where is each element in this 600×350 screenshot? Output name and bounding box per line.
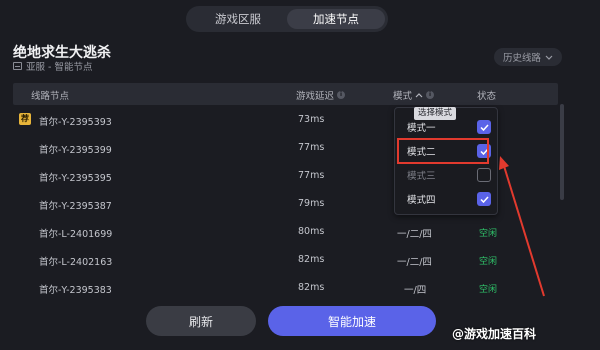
status-badge: 空闲: [479, 285, 498, 295]
node-name: 首尔-Y-2395393: [39, 117, 112, 128]
tab-accel-node[interactable]: 加速节点: [287, 9, 385, 29]
col-status: 状态: [477, 91, 497, 102]
check-icon: [479, 123, 489, 131]
latency: 77ms: [298, 170, 325, 181]
recommended-badge: 荐: [19, 113, 31, 125]
region-label: 亚服 - 智能节点: [26, 62, 93, 73]
node-name: 首尔-Y-2395399: [39, 145, 112, 156]
table-row[interactable]: 首尔-L-2402163 82ms 一/二/四 空闲: [13, 245, 558, 273]
node-name: 首尔-Y-2395387: [39, 201, 112, 212]
latency: 82ms: [298, 254, 325, 265]
table-row[interactable]: 首尔-L-2401699 80ms 一/二/四 空闲: [13, 217, 558, 245]
latency: 77ms: [298, 142, 325, 153]
history-label: 历史线路: [502, 53, 541, 64]
col-mode[interactable]: 模式 i: [393, 88, 435, 102]
node-name: 首尔-Y-2395383: [39, 285, 112, 296]
checkbox[interactable]: [477, 120, 491, 134]
checkbox[interactable]: [477, 192, 491, 206]
mode-option-1[interactable]: 模式一: [407, 119, 491, 135]
mode: 一/二/四: [397, 257, 432, 268]
col-node: 线路节点: [31, 91, 70, 102]
node-name: 首尔-Y-2395395: [39, 173, 112, 184]
mode: 一/二/四: [397, 229, 432, 240]
latency: 73ms: [298, 114, 325, 125]
table-header: 线路节点 游戏延迟 i 模式 i 状态: [13, 83, 558, 105]
latency: 79ms: [298, 198, 325, 209]
table-row[interactable]: 首尔-Y-2395383 82ms 一/四 空闲: [13, 273, 558, 301]
tab-game-server[interactable]: 游戏区服: [189, 9, 287, 29]
watermark: @游戏加速百科: [452, 327, 537, 341]
chevron-down-icon: [545, 55, 553, 60]
checkbox: [477, 168, 491, 182]
status-badge: 空闲: [479, 229, 498, 239]
info-icon[interactable]: i: [337, 91, 346, 99]
server-icon: [13, 62, 22, 70]
mode-option-4[interactable]: 模式四: [407, 191, 491, 207]
tab-switcher: 游戏区服 加速节点: [186, 6, 388, 32]
annotation-highlight-box: [397, 138, 489, 164]
info-icon[interactable]: i: [426, 91, 435, 99]
mode-option-3: 模式三: [407, 167, 491, 183]
refresh-button[interactable]: 刷新: [146, 306, 256, 336]
history-route-dropdown[interactable]: 历史线路: [494, 48, 562, 66]
latency: 80ms: [298, 226, 325, 237]
smart-accelerate-button[interactable]: 智能加速: [268, 306, 436, 336]
node-name: 首尔-L-2402163: [39, 257, 113, 268]
scrollbar[interactable]: [560, 104, 564, 200]
latency: 82ms: [298, 282, 325, 293]
chevron-up-icon: [415, 92, 423, 97]
col-latency: 游戏延迟 i: [296, 88, 346, 102]
mode-tooltip: 选择模式: [414, 107, 457, 120]
node-name: 首尔-L-2401699: [39, 229, 113, 240]
status-badge: 空闲: [479, 257, 498, 267]
mode: 一/四: [404, 285, 427, 296]
check-icon: [479, 195, 489, 203]
region-info: 亚服 - 智能节点: [13, 59, 92, 73]
